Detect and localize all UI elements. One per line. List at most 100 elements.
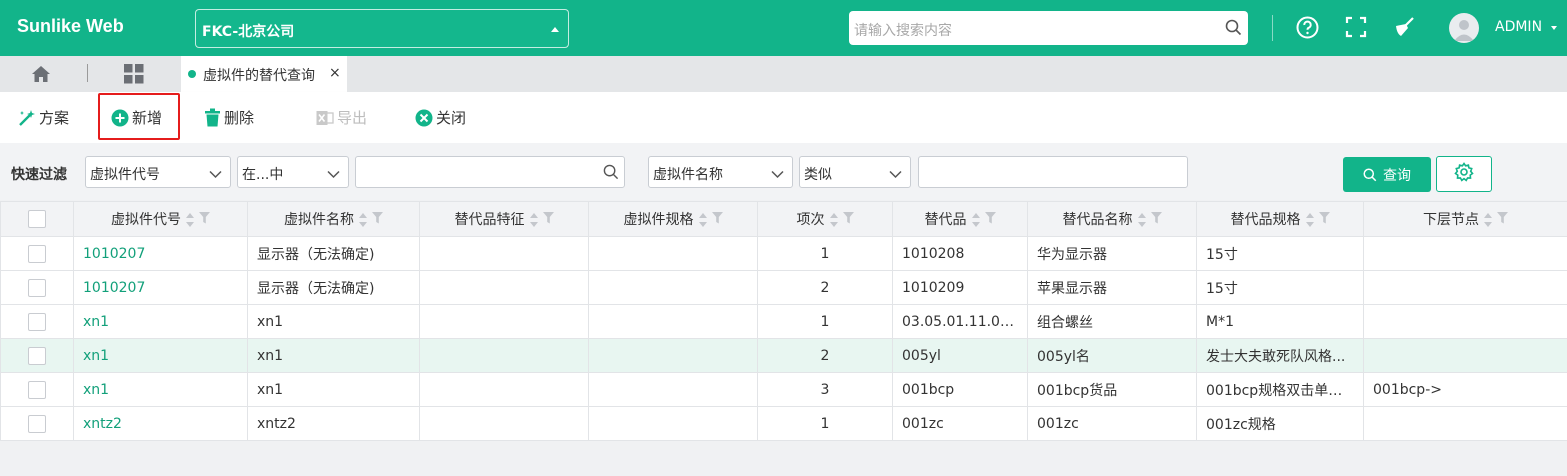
fullscreen-icon[interactable] [1345, 16, 1367, 42]
row-checkbox[interactable] [28, 380, 46, 399]
table-row[interactable]: 1010207 显示器（无法确定) 1 1010208 华为显示器 15寸 [0, 236, 1567, 271]
table-row[interactable]: xn1 xn1 2 005yl 005yl名 发士大夫敢死队风格... [0, 338, 1567, 373]
select-all-cell[interactable] [0, 201, 74, 237]
filter-operator-select-1[interactable]: 在...中 [237, 156, 349, 188]
filter-funnel-icon[interactable] [711, 212, 723, 228]
filter-field-value-1: 虚拟件代号 [90, 167, 160, 183]
filter-operator-select-2[interactable]: 类似 [799, 156, 911, 188]
sort-icon[interactable] [185, 213, 195, 227]
query-button[interactable]: 查询 [1343, 157, 1431, 192]
help-icon[interactable] [1296, 16, 1319, 43]
scheme-button[interactable]: 方案 [18, 92, 69, 143]
table-row[interactable]: xntz2 xntz2 1 001zc 001zc 001zc规格 [0, 406, 1567, 441]
filter-field-select-2[interactable]: 虚拟件名称 [648, 156, 793, 188]
column-header[interactable]: 替代品特征 [419, 201, 589, 237]
export-button[interactable]: 导出 [316, 92, 367, 143]
apps-grid-icon[interactable] [124, 64, 144, 88]
quick-filter-bar: 快速过滤 虚拟件代号 在...中 虚拟件名称 类似 [0, 143, 1567, 200]
sort-icon[interactable] [1483, 213, 1493, 227]
row-select-cell[interactable] [0, 372, 74, 407]
column-header[interactable]: 替代品名称 [1027, 201, 1197, 237]
global-search-input[interactable]: 请输入搜索内容 [849, 11, 1248, 45]
row-checkbox[interactable] [28, 414, 46, 433]
sort-icon[interactable] [829, 213, 839, 227]
column-header[interactable]: 虚拟件代号 [73, 201, 248, 237]
close-icon[interactable]: × [329, 65, 341, 81]
row-select-cell[interactable] [0, 338, 74, 373]
column-header[interactable]: 项次 [757, 201, 893, 237]
table-row[interactable]: 1010207 显示器（无法确定) 2 1010209 苹果显示器 15寸 [0, 270, 1567, 305]
search-icon[interactable] [603, 164, 619, 184]
filter-funnel-icon[interactable] [1318, 212, 1330, 228]
table-cell: 1010209 [892, 270, 1028, 305]
filter-funnel-icon[interactable] [372, 212, 383, 228]
row-select-cell[interactable] [0, 270, 74, 305]
column-header[interactable]: 虚拟件规格 [588, 201, 758, 237]
table-cell: 005yl名 [1027, 338, 1197, 373]
sort-icon[interactable] [1305, 213, 1315, 227]
table-cell[interactable]: xntz2 [73, 406, 248, 441]
company-selector[interactable]: FKC-北京公司 [195, 9, 569, 48]
table-cell: xn1 [247, 304, 420, 339]
home-icon[interactable] [31, 65, 51, 87]
search-icon[interactable] [1225, 19, 1242, 40]
row-select-cell[interactable] [0, 406, 74, 441]
filter-funnel-icon[interactable] [1150, 212, 1162, 228]
sort-icon[interactable] [1137, 213, 1147, 227]
sort-icon[interactable] [971, 213, 981, 227]
clean-broom-icon[interactable] [1393, 16, 1417, 42]
table-header-row: 虚拟件代号 虚拟件名称 替代品特征 虚拟件规格 项次 替代品 替代品名称 替代品规格 下层节点 [0, 201, 1567, 237]
company-name: FKC-北京公司 [202, 24, 295, 40]
table-row[interactable]: xn1 xn1 1 03.05.01.11.00... 组合螺丝 M*1 [0, 304, 1567, 339]
column-header[interactable]: 下层节点 [1363, 201, 1567, 237]
table-cell: 1 [757, 236, 893, 271]
sort-icon[interactable] [698, 213, 708, 227]
avatar[interactable] [1449, 13, 1479, 43]
filter-field-value-2: 虚拟件名称 [653, 167, 723, 183]
tab-substitute-query[interactable]: 虚拟件的替代查询 × [181, 56, 347, 92]
row-checkbox[interactable] [28, 312, 46, 331]
table-cell [1363, 338, 1567, 373]
table-cell[interactable]: 1010207 [73, 236, 248, 271]
filter-field-select-1[interactable]: 虚拟件代号 [85, 156, 231, 188]
chevron-down-icon[interactable] [1551, 26, 1557, 30]
column-header[interactable]: 替代品 [892, 201, 1028, 237]
filter-funnel-icon[interactable] [1497, 212, 1508, 228]
close-button[interactable]: 关闭 [415, 92, 466, 143]
table-cell[interactable]: 1010207 [73, 270, 248, 305]
filter-funnel-icon[interactable] [984, 212, 996, 228]
column-header-label: 替代品 [924, 212, 967, 228]
table-cell [588, 372, 758, 407]
filter-funnel-icon[interactable] [199, 212, 210, 228]
column-header-label: 虚拟件名称 [284, 212, 354, 228]
table-cell[interactable]: xn1 [73, 372, 248, 407]
row-checkbox[interactable] [28, 278, 46, 297]
table-row[interactable]: xn1 xn1 3 001bcp 001bcp货品 001bcp规格双击单号... 001b… [0, 372, 1567, 407]
column-header[interactable]: 虚拟件名称 [247, 201, 420, 237]
filter-settings-button[interactable] [1436, 156, 1492, 192]
filter-funnel-icon[interactable] [542, 212, 554, 228]
table-cell[interactable]: xn1 [73, 304, 248, 339]
filter-value-input-1[interactable] [355, 156, 625, 188]
table-cell: 3 [757, 372, 893, 407]
row-checkbox[interactable] [28, 346, 46, 365]
row-select-cell[interactable] [0, 304, 74, 339]
table-cell[interactable]: xn1 [73, 338, 248, 373]
row-select-cell[interactable] [0, 236, 74, 271]
sort-icon[interactable] [529, 213, 539, 227]
filter-funnel-icon[interactable] [842, 212, 854, 228]
filter-value-input-2[interactable] [918, 156, 1188, 188]
table-cell: 发士大夫敢死队风格... [1196, 338, 1364, 373]
user-name[interactable]: ADMIN [1495, 19, 1542, 35]
sort-icon[interactable] [358, 213, 368, 227]
table-cell: 005yl [892, 338, 1028, 373]
chevron-down-icon [327, 167, 340, 183]
toolbar: 方案 新增 删除 导出 关闭 [0, 92, 1567, 143]
delete-button[interactable]: 删除 [204, 92, 254, 143]
excel-icon [316, 109, 334, 127]
table-cell [419, 338, 589, 373]
select-all-checkbox[interactable] [28, 210, 46, 228]
table-cell: 001bcp [892, 372, 1028, 407]
column-header[interactable]: 替代品规格 [1196, 201, 1364, 237]
row-checkbox[interactable] [28, 244, 46, 263]
